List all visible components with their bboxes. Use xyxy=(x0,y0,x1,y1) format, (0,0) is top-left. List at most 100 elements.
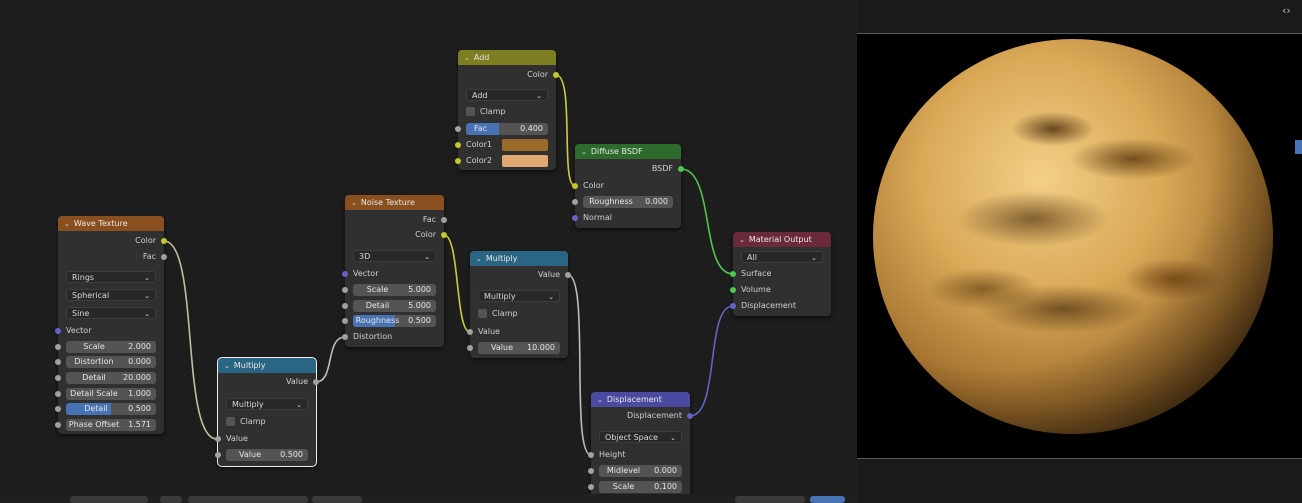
chevron-down-icon[interactable]: ⌄ xyxy=(476,255,482,263)
value-field[interactable]: Value 10.000 xyxy=(478,342,560,354)
detail-roughness-slider[interactable]: Detail Roughness0.500 xyxy=(66,403,156,415)
input-socket[interactable] xyxy=(730,303,736,309)
wave-profile-dropdown[interactable]: Sine ⌄ xyxy=(66,307,156,319)
input-socket[interactable] xyxy=(467,329,473,335)
scale-field[interactable]: Scale 5.000 xyxy=(353,284,436,296)
color1-swatch[interactable] xyxy=(502,139,548,151)
output-target-dropdown[interactable]: All ⌄ xyxy=(741,251,823,263)
footer-button[interactable] xyxy=(312,496,362,503)
collapse-toggle-icon[interactable]: ‹› xyxy=(857,4,858,17)
input-socket[interactable] xyxy=(730,287,736,293)
scale-field[interactable]: Scale 0.100 xyxy=(599,481,682,493)
node-editor[interactable]: ⌄ Wave Texture Color Fac Rings ⌄ Spherical… xyxy=(0,0,857,503)
chevron-down-icon[interactable]: ⌄ xyxy=(224,362,230,370)
multiply-node-1[interactable]: ⌄ Multiply Value Multiply ⌄ Clamp Value Va… xyxy=(215,357,319,467)
expand-toggle-icon[interactable]: ‹› xyxy=(1282,4,1291,17)
displacement-node[interactable]: ⌄ Displacement Displacement Object Space ⌄… xyxy=(588,392,693,503)
output-socket[interactable] xyxy=(441,232,447,238)
displacement-header[interactable]: ⌄ Displacement xyxy=(591,392,690,407)
multiply-node-2[interactable]: ⌄ Multiply Value Multiply ⌄ Clamp Value Va… xyxy=(467,251,571,358)
wave-direction-dropdown[interactable]: Spherical ⌄ xyxy=(66,289,156,301)
chevron-down-icon[interactable]: ⌄ xyxy=(64,220,70,228)
multiply-header[interactable]: ⌄ Multiply xyxy=(470,251,568,266)
output-socket[interactable] xyxy=(313,379,319,385)
output-socket[interactable] xyxy=(687,413,693,419)
noise-dimensions-dropdown[interactable]: 3D ⌄ xyxy=(353,250,436,262)
color2-swatch[interactable] xyxy=(502,155,548,167)
roughness-field[interactable]: Roughness 0.000 xyxy=(583,196,673,208)
input-socket[interactable] xyxy=(730,271,736,277)
math-operation-dropdown[interactable]: Multiply ⌄ xyxy=(478,290,560,302)
roughness-slider[interactable]: Roughness 0.500 xyxy=(353,315,436,327)
footer-button[interactable] xyxy=(70,496,148,503)
input-socket[interactable] xyxy=(55,391,61,397)
clamp-checkbox[interactable] xyxy=(466,107,475,116)
footer-button[interactable] xyxy=(735,496,805,503)
input-socket[interactable] xyxy=(342,334,348,340)
footer-button[interactable] xyxy=(188,496,308,503)
chevron-down-icon[interactable]: ⌄ xyxy=(464,54,470,62)
input-socket[interactable] xyxy=(342,287,348,293)
output-socket[interactable] xyxy=(553,72,559,78)
math-operation-dropdown[interactable]: Multiply ⌄ xyxy=(226,398,308,410)
input-socket[interactable] xyxy=(55,344,61,350)
render-viewport[interactable]: ‹› ‹› xyxy=(857,0,1302,503)
distortion-field[interactable]: Distortion 0.000 xyxy=(66,356,156,368)
chevron-down-icon[interactable]: ⌄ xyxy=(597,396,603,404)
detail-scale-field[interactable]: Detail Scale 1.000 xyxy=(66,388,156,400)
diffuse-bsdf-header[interactable]: ⌄ Diffuse BSDF xyxy=(575,144,681,159)
input-socket[interactable] xyxy=(572,199,578,205)
input-socket[interactable] xyxy=(455,126,461,132)
wave-texture-header[interactable]: ⌄ Wave Texture xyxy=(58,216,164,231)
footer-button[interactable] xyxy=(810,496,845,503)
input-socket[interactable] xyxy=(215,452,221,458)
input-socket[interactable] xyxy=(55,359,61,365)
output-socket[interactable] xyxy=(441,217,447,223)
clamp-checkbox[interactable] xyxy=(226,417,235,426)
input-socket[interactable] xyxy=(588,468,594,474)
material-output-node[interactable]: ⌄ Material Output All ⌄ Surface Volume Dis… xyxy=(730,232,831,316)
input-socket[interactable] xyxy=(342,318,348,324)
scale-field[interactable]: Scale 2.000 xyxy=(66,341,156,353)
footer-button[interactable] xyxy=(160,496,182,503)
material-output-header[interactable]: ⌄ Material Output xyxy=(733,232,831,247)
output-socket[interactable] xyxy=(678,166,684,172)
wave-type-dropdown[interactable]: Rings ⌄ xyxy=(66,271,156,283)
input-socket[interactable] xyxy=(588,484,594,490)
clamp-checkbox[interactable] xyxy=(478,309,487,318)
input-socket[interactable] xyxy=(55,375,61,381)
midlevel-field[interactable]: Midlevel 0.000 xyxy=(599,465,682,477)
wave-texture-node[interactable]: ⌄ Wave Texture Color Fac Rings ⌄ Spherical… xyxy=(55,216,167,434)
input-socket[interactable] xyxy=(572,183,578,189)
fac-slider[interactable]: Fac 0.400 xyxy=(466,123,548,135)
input-socket[interactable] xyxy=(455,142,461,148)
output-socket[interactable] xyxy=(565,272,571,278)
input-socket[interactable] xyxy=(588,452,594,458)
input-socket[interactable] xyxy=(455,158,461,164)
space-dropdown[interactable]: Object Space ⌄ xyxy=(599,431,682,443)
multiply-header[interactable]: ⌄ Multiply xyxy=(218,358,316,373)
add-mix-node[interactable]: ⌄ Add Color Add ⌄ Clamp Fac 0.400 Color1 Co… xyxy=(455,50,559,170)
detail-field[interactable]: Detail 5.000 xyxy=(353,300,436,312)
add-header[interactable]: ⌄ Add xyxy=(458,50,556,65)
input-socket[interactable] xyxy=(467,345,473,351)
input-socket[interactable] xyxy=(55,422,61,428)
chevron-down-icon[interactable]: ⌄ xyxy=(581,148,587,156)
input-socket[interactable] xyxy=(572,215,578,221)
noise-texture-header[interactable]: ⌄ Noise Texture xyxy=(345,195,444,210)
sidebar-tab[interactable] xyxy=(1295,140,1302,154)
input-socket[interactable] xyxy=(342,271,348,277)
diffuse-bsdf-node[interactable]: ⌄ Diffuse BSDF BSDF Color Roughness 0.000 … xyxy=(572,144,684,228)
phase-offset-field[interactable]: Phase Offset 1.571 xyxy=(66,419,156,431)
detail-field[interactable]: Detail 20.000 xyxy=(66,372,156,384)
input-socket[interactable] xyxy=(215,436,221,442)
input-socket[interactable] xyxy=(342,303,348,309)
output-socket[interactable] xyxy=(161,254,167,260)
value-field[interactable]: Value 0.500 xyxy=(226,449,308,461)
chevron-down-icon[interactable]: ⌄ xyxy=(351,199,357,207)
chevron-down-icon[interactable]: ⌄ xyxy=(739,236,745,244)
input-socket[interactable] xyxy=(55,406,61,412)
input-socket[interactable] xyxy=(55,328,61,334)
blend-mode-dropdown[interactable]: Add ⌄ xyxy=(466,89,548,101)
noise-texture-node[interactable]: ⌄ Noise Texture Fac Color 3D ⌄ Vector Scal… xyxy=(342,195,447,347)
